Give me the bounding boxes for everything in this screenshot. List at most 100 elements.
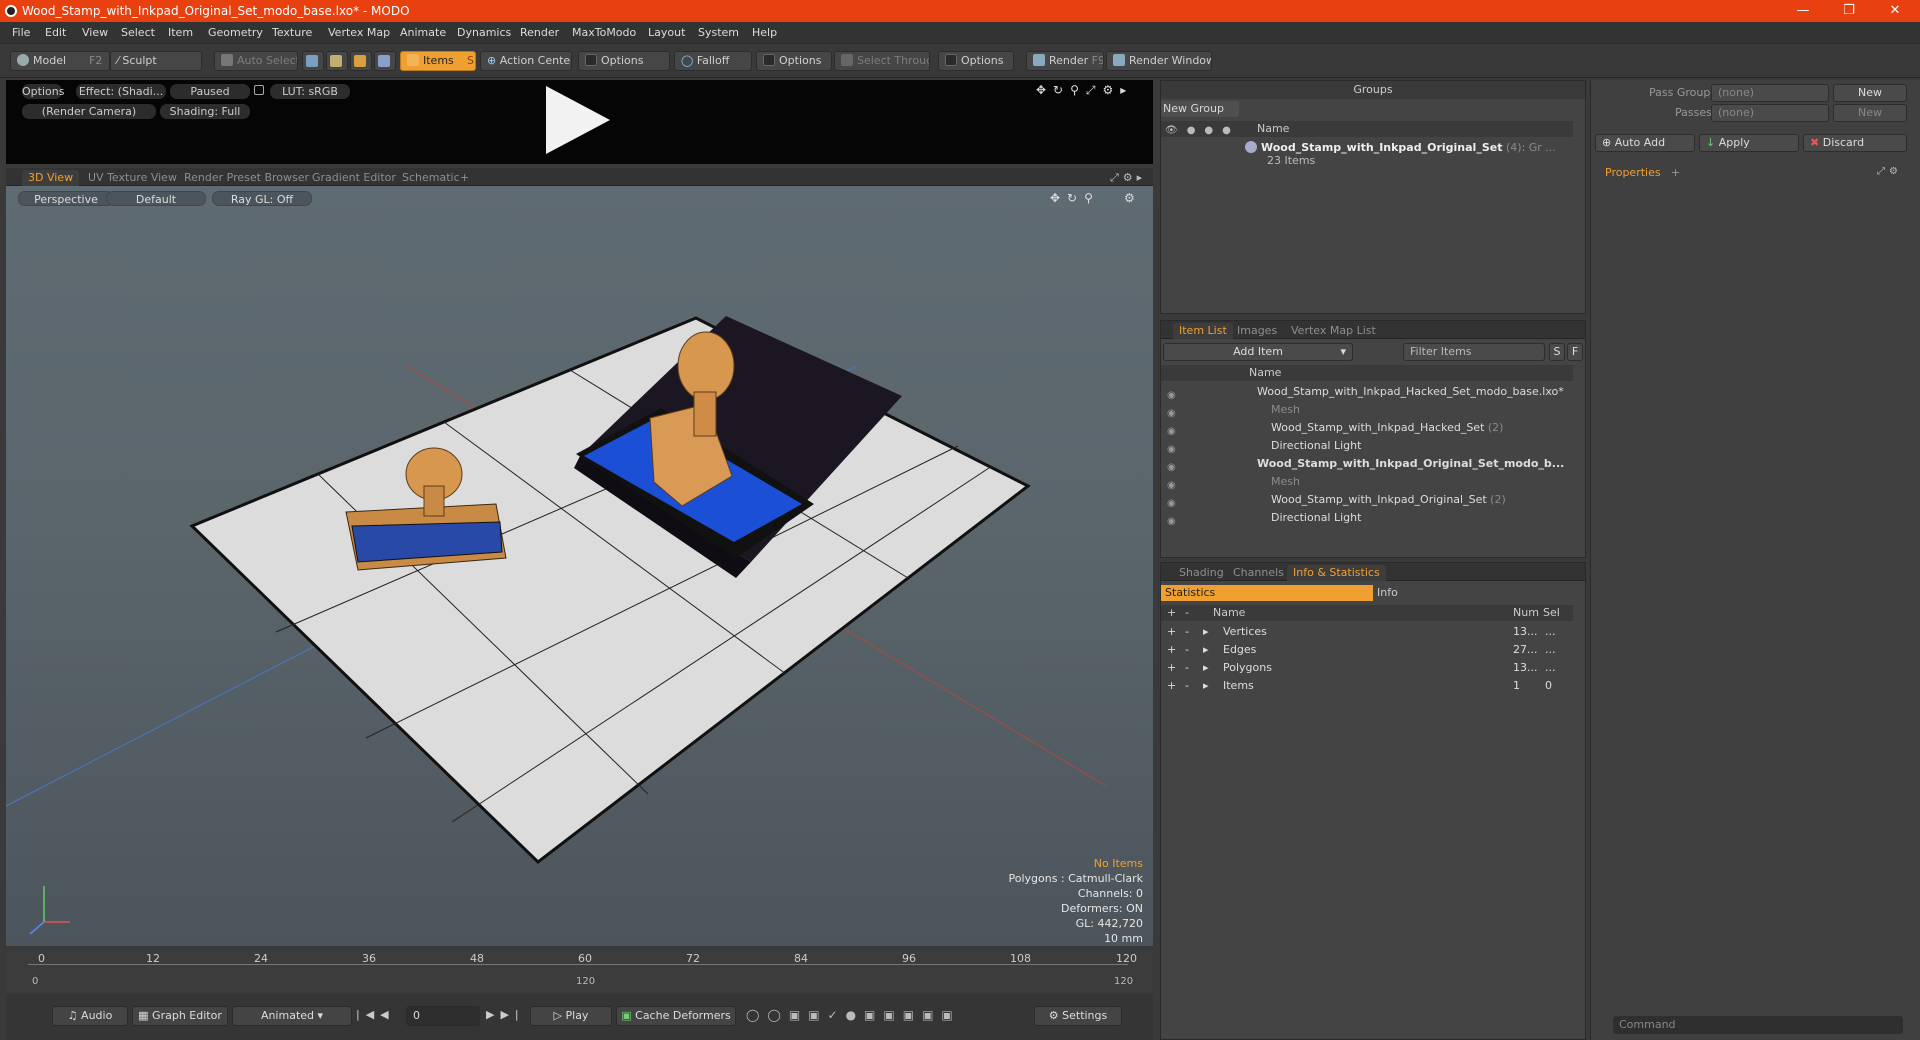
new-pass-group-button[interactable]: New xyxy=(1833,84,1907,102)
settings-button[interactable]: ⚙ Settings xyxy=(1034,1006,1122,1026)
menu-system[interactable]: System xyxy=(698,26,739,39)
tab-3d-view[interactable]: 3D View xyxy=(22,170,80,186)
menu-render[interactable]: Render xyxy=(520,26,559,39)
action-center-options-button[interactable]: Options xyxy=(578,51,670,71)
3d-viewport[interactable]: Perspective Default Ray GL: Off ✥↻⚲ ⚙ No… xyxy=(6,186,1153,946)
apply-button[interactable]: ↓ Apply xyxy=(1699,134,1799,152)
restore-icon[interactable]: ❐ xyxy=(1826,0,1872,22)
select-through-options-button[interactable]: Options xyxy=(938,51,1014,71)
command-input[interactable]: Command xyxy=(1613,1016,1903,1034)
statistics-tab[interactable]: Statistics xyxy=(1161,585,1373,601)
polygons-mode-button[interactable] xyxy=(350,51,372,71)
list-item[interactable]: Mesh xyxy=(1161,473,1573,491)
tab-item-list[interactable]: Item List xyxy=(1173,323,1233,339)
pass-groups-dropdown[interactable]: (none) xyxy=(1711,84,1829,102)
model-mode-button[interactable]: Model F2 xyxy=(10,51,110,71)
preview-paused-button[interactable]: Paused xyxy=(170,84,250,99)
graph-editor-button[interactable]: ▦ Graph Editor xyxy=(132,1006,228,1026)
tab-info-statistics[interactable]: Info & Statistics xyxy=(1287,565,1386,581)
cache-deformers-button[interactable]: ▣ Cache Deformers xyxy=(616,1006,736,1026)
filter-f-button[interactable]: F xyxy=(1567,343,1583,361)
tab-images[interactable]: Images xyxy=(1231,323,1283,339)
menu-edit[interactable]: Edit xyxy=(45,26,66,39)
add-tab-icon[interactable]: + xyxy=(454,170,475,186)
falloff-options-button[interactable]: Options xyxy=(756,51,832,71)
tab-gradient-editor[interactable]: Gradient Editor xyxy=(306,170,402,186)
info-tab[interactable]: Info xyxy=(1377,585,1398,601)
shading-button[interactable]: Shading: Full xyxy=(160,104,250,119)
render-window-button[interactable]: Render Window xyxy=(1106,51,1212,71)
menu-select[interactable]: Select xyxy=(121,26,155,39)
expand-all-icon[interactable]: + xyxy=(1167,605,1176,621)
add-properties-tab-icon[interactable]: + xyxy=(1671,166,1680,179)
menu-maxtomodo[interactable]: MaxToModo xyxy=(572,26,636,39)
list-item[interactable]: Wood_Stamp_with_Inkpad_Hacked_Set (2) xyxy=(1161,419,1573,437)
play-button[interactable]: ▷ Play xyxy=(530,1006,612,1026)
preview-options-button[interactable]: Options xyxy=(22,84,64,99)
properties-settings-icon[interactable]: ⤢⚙ xyxy=(1877,166,1902,177)
tab-vertex-map-list[interactable]: Vertex Map List xyxy=(1285,323,1382,339)
menu-view[interactable]: View xyxy=(82,26,108,39)
tab-properties[interactable]: Properties xyxy=(1605,166,1661,179)
close-icon[interactable]: ✕ xyxy=(1872,0,1918,22)
falloff-button[interactable]: ◯ Falloff xyxy=(674,51,752,71)
render-button[interactable]: Render F9 xyxy=(1026,51,1104,71)
rewind-icons[interactable]: |◀◀ xyxy=(356,1008,395,1021)
action-center-button[interactable]: ⊕ Action Center xyxy=(480,51,572,71)
materials-mode-button[interactable] xyxy=(374,51,396,71)
list-item[interactable]: Directional Light xyxy=(1161,509,1573,527)
vertices-mode-button[interactable] xyxy=(302,51,324,71)
group-item[interactable]: Wood_Stamp_with_Inkpad_Original_Set (4):… xyxy=(1245,141,1565,171)
tab-render-preset-browser[interactable]: Render Preset Browser xyxy=(178,170,315,186)
discard-button[interactable]: ✖ Discard xyxy=(1803,134,1907,152)
timeline[interactable]: 0 12 24 36 48 60 72 84 96 108 120 0 120 … xyxy=(6,950,1153,992)
filter-items-input[interactable]: Filter Items xyxy=(1403,343,1545,361)
menu-item[interactable]: Item xyxy=(168,26,193,39)
stats-row[interactable]: + - ▸ Items 1 0 xyxy=(1161,677,1585,695)
tab-channels[interactable]: Channels xyxy=(1227,565,1290,581)
menu-animate[interactable]: Animate xyxy=(400,26,446,39)
sculpt-mode-button[interactable]: ⁄ Sculpt xyxy=(110,51,202,71)
viewport-settings-icon[interactable]: ⤢⚙▸ xyxy=(1110,171,1146,185)
menu-vertex-map[interactable]: Vertex Map xyxy=(328,26,390,39)
list-item[interactable]: Wood_Stamp_with_Inkpad_Original_Set_modo… xyxy=(1161,455,1573,473)
auto-add-button[interactable]: ⊕ Auto Add xyxy=(1595,134,1695,152)
stats-row[interactable]: + - ▸ Edges 27...... xyxy=(1161,641,1585,659)
menu-help[interactable]: Help xyxy=(752,26,777,39)
audio-button[interactable]: ♫ Audio xyxy=(52,1006,128,1026)
edges-mode-button[interactable] xyxy=(326,51,348,71)
add-item-dropdown[interactable]: Add Item ▾ xyxy=(1163,343,1353,361)
new-pass-button[interactable]: New xyxy=(1833,104,1907,122)
menu-file[interactable]: File xyxy=(12,26,30,39)
lock-icon[interactable] xyxy=(254,85,264,95)
passes-dropdown[interactable]: (none) xyxy=(1711,104,1829,122)
preview-effect-button[interactable]: Effect: (Shadi... xyxy=(76,84,166,99)
select-through-button[interactable]: Select Through xyxy=(834,51,930,71)
visibility-eye-icons[interactable]: ◉ ◉ ◉ ◉ ◉ ◉ ◉ ◉ xyxy=(1167,387,1176,531)
frame-field[interactable]: 0 xyxy=(406,1006,480,1026)
lut-button[interactable]: LUT: sRGB xyxy=(270,84,350,99)
list-item[interactable]: Directional Light xyxy=(1161,437,1573,455)
forward-icons[interactable]: ▶▶| xyxy=(486,1008,525,1021)
animated-dropdown[interactable]: Animated ▾ xyxy=(232,1006,352,1026)
menu-dynamics[interactable]: Dynamics xyxy=(457,26,511,39)
menu-layout[interactable]: Layout xyxy=(648,26,685,39)
tab-shading[interactable]: Shading xyxy=(1173,565,1230,581)
items-mode-button[interactable]: Items S xyxy=(400,51,476,71)
stats-row[interactable]: + - ▸ Vertices 13...... xyxy=(1161,623,1585,641)
key-tools-icons[interactable]: ◯◯▣▣✓●▣▣▣▣▣ xyxy=(746,1008,961,1022)
menu-texture[interactable]: Texture xyxy=(272,26,312,39)
list-item[interactable]: Mesh xyxy=(1161,401,1573,419)
render-camera-button[interactable]: (Render Camera) xyxy=(22,104,156,119)
preview-nav-icons[interactable]: ✥↻⚲⤢⚙▸ xyxy=(1036,83,1133,98)
auto-select-button[interactable]: Auto Select xyxy=(214,51,298,71)
collapse-all-icon[interactable]: - xyxy=(1185,605,1189,621)
tab-uv-texture-view[interactable]: UV Texture View xyxy=(82,170,183,186)
stats-row[interactable]: + - ▸ Polygons 13...... xyxy=(1161,659,1585,677)
menu-geometry[interactable]: Geometry xyxy=(208,26,263,39)
list-item[interactable]: Wood_Stamp_with_Inkpad_Original_Set (2) xyxy=(1161,491,1573,509)
minimize-icon[interactable]: — xyxy=(1780,0,1826,22)
list-item[interactable]: Wood_Stamp_with_Inkpad_Hacked_Set_modo_b… xyxy=(1161,383,1573,401)
filter-s-button[interactable]: S xyxy=(1549,343,1565,361)
new-group-button[interactable]: New Group xyxy=(1161,101,1239,117)
